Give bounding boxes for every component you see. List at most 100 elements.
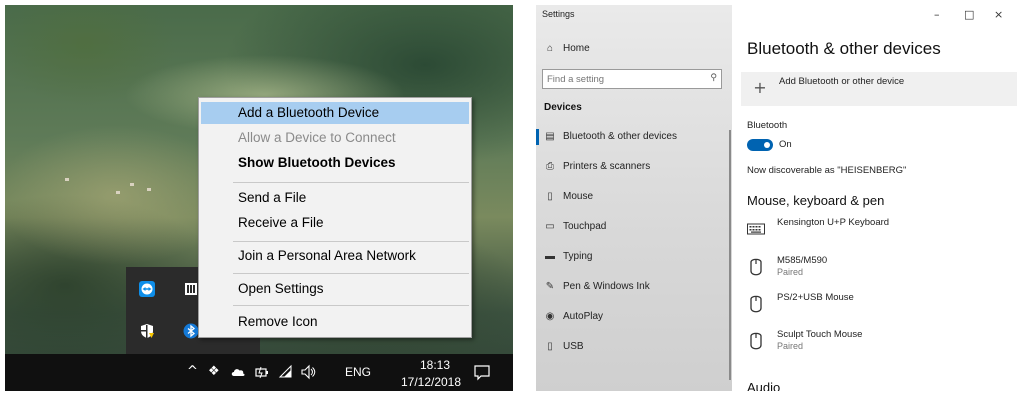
nav-item-label: USB	[563, 341, 584, 352]
battery-icon[interactable]	[254, 364, 270, 380]
page-title: Bluetooth & other devices	[747, 39, 941, 58]
nav-home-label: Home	[563, 43, 590, 54]
menu-separator	[233, 273, 469, 274]
clock-date[interactable]: 17/12/2018	[391, 375, 471, 389]
mouse-icon	[750, 332, 762, 350]
close-button[interactable]: ×	[994, 8, 1003, 21]
home-icon: ⌂	[546, 43, 554, 54]
language-indicator[interactable]: ENG	[345, 365, 371, 379]
settings-sidebar: Settings ⌂ Home ⚲ Devices ▤ Bluetooth & …	[536, 5, 732, 391]
search-field[interactable]: ⚲	[542, 69, 722, 89]
nav-autoplay[interactable]: ◉ AutoPlay	[536, 307, 732, 327]
speaker-icon[interactable]	[300, 364, 316, 380]
wallpaper-house	[116, 191, 120, 194]
window-controls: – □ ×	[926, 5, 1016, 27]
bluetooth-devices-icon: ▤	[545, 131, 555, 142]
menu-item-send-file[interactable]: Send a File	[201, 187, 469, 209]
menu-separator	[233, 241, 469, 242]
teamviewer-icon[interactable]	[139, 281, 155, 297]
device-item[interactable]: PS/2+USB Mouse	[747, 292, 1007, 320]
nav-item-label: Printers & scanners	[563, 161, 651, 172]
device-item[interactable]: Kensington U+P Keyboard	[747, 217, 1007, 245]
device-name: Kensington U+P Keyboard	[777, 217, 890, 228]
nav-item-label: Mouse	[563, 191, 594, 202]
wallpaper-house	[65, 178, 69, 181]
bluetooth-label: Bluetooth	[747, 120, 788, 131]
menu-item-join-pan[interactable]: Join a Personal Area Network	[201, 245, 469, 267]
nav-item-label: Typing	[563, 251, 593, 262]
bluetooth-context-menu: Add a Bluetooth Device Allow a Device to…	[198, 97, 472, 338]
touchpad-icon: ▭	[545, 221, 555, 232]
menu-item-receive-file[interactable]: Receive a File	[201, 212, 469, 234]
toggle-knob	[764, 142, 770, 148]
settings-content: – □ × Bluetooth & other devices + Add Bl…	[732, 5, 1018, 391]
nav-item-label: Pen & Windows Ink	[563, 281, 650, 292]
mouse-icon	[750, 258, 762, 276]
desktop-wallpaper: Add a Bluetooth Device Allow a Device to…	[5, 5, 513, 391]
wallpaper-house	[130, 183, 134, 186]
nav-printers-scanners[interactable]: ⎙ Printers & scanners	[536, 157, 732, 177]
keyboard-icon: ▬	[545, 251, 555, 262]
app-icon[interactable]	[183, 281, 199, 297]
nav-mouse[interactable]: ▯ Mouse	[536, 187, 732, 207]
nav-item-label: Bluetooth & other devices	[563, 131, 677, 142]
mouse-icon	[750, 295, 762, 313]
wallpaper-house	[147, 188, 151, 191]
nav-home[interactable]: ⌂ Home	[536, 39, 732, 59]
clock-time[interactable]: 18:13	[405, 358, 465, 372]
printer-icon: ⎙	[546, 161, 554, 172]
menu-item-add-bluetooth-device[interactable]: Add a Bluetooth Device	[201, 102, 469, 124]
search-icon[interactable]: ⚲	[710, 73, 717, 83]
menu-item-allow-device-to-connect: Allow a Device to Connect	[238, 130, 396, 145]
menu-separator	[233, 182, 469, 183]
device-status: Paired	[777, 341, 804, 351]
nav-pen-windows-ink[interactable]: ✎ Pen & Windows Ink	[536, 277, 732, 297]
menu-item-remove-icon[interactable]: Remove Icon	[201, 311, 469, 333]
search-input[interactable]	[547, 72, 697, 86]
taskbar: ^ ❖ ENG 18:13 17/12/2018	[5, 354, 513, 391]
settings-window: Settings ⌂ Home ⚲ Devices ▤ Bluetooth & …	[536, 5, 1018, 391]
menu-item-open-settings[interactable]: Open Settings	[201, 278, 469, 300]
bluetooth-icon[interactable]	[183, 323, 199, 339]
discoverable-text: Now discoverable as "HEISENBERG"	[747, 165, 907, 176]
wifi-icon[interactable]	[278, 364, 294, 380]
autoplay-icon: ◉	[545, 311, 555, 322]
screenshot-root: Add a Bluetooth Device Allow a Device to…	[0, 0, 1024, 396]
section-heading-audio: Audio	[747, 380, 781, 391]
selected-indicator	[536, 129, 539, 145]
nav-typing[interactable]: ▬ Typing	[536, 247, 732, 267]
pen-icon: ✎	[545, 281, 555, 292]
device-name: M585/M590	[777, 255, 828, 266]
bluetooth-toggle[interactable]	[747, 139, 773, 151]
keyboard-icon	[747, 223, 765, 235]
action-center-icon[interactable]	[473, 364, 491, 382]
sidebar-scrollbar[interactable]	[729, 130, 731, 380]
section-heading-mouse-keyboard-pen: Mouse, keyboard & pen	[747, 193, 885, 208]
device-status: Paired	[777, 267, 804, 277]
security-shield-icon[interactable]	[139, 323, 155, 339]
dropbox-icon[interactable]: ❖	[208, 364, 220, 380]
add-device-label: Add Bluetooth or other device	[779, 76, 905, 87]
nav-item-label: AutoPlay	[563, 311, 604, 322]
device-item[interactable]: Sculpt Touch Mouse Paired	[747, 329, 1007, 357]
menu-item-show-bluetooth-devices[interactable]: Show Bluetooth Devices	[201, 152, 469, 174]
window-title: Settings	[542, 9, 575, 19]
device-name: PS/2+USB Mouse	[777, 292, 854, 303]
usb-icon: ▯	[547, 341, 553, 352]
device-item[interactable]: M585/M590 Paired	[747, 255, 1007, 283]
menu-separator	[233, 305, 469, 306]
device-name: Sculpt Touch Mouse	[777, 329, 863, 340]
chevron-up-icon[interactable]: ^	[187, 364, 198, 380]
nav-usb[interactable]: ▯ USB	[536, 337, 732, 357]
nav-bluetooth-devices[interactable]: ▤ Bluetooth & other devices	[536, 127, 732, 147]
devices-heading: Devices	[544, 102, 582, 113]
minimize-button[interactable]: –	[934, 8, 940, 21]
nav-item-label: Touchpad	[563, 221, 607, 232]
plus-icon: +	[753, 78, 767, 97]
maximize-button[interactable]: □	[964, 8, 974, 21]
bluetooth-state: On	[779, 139, 792, 150]
onedrive-icon[interactable]	[230, 364, 246, 380]
nav-touchpad[interactable]: ▭ Touchpad	[536, 217, 732, 237]
add-device-button[interactable]: + Add Bluetooth or other device	[741, 72, 1017, 106]
mouse-icon: ▯	[547, 191, 553, 202]
